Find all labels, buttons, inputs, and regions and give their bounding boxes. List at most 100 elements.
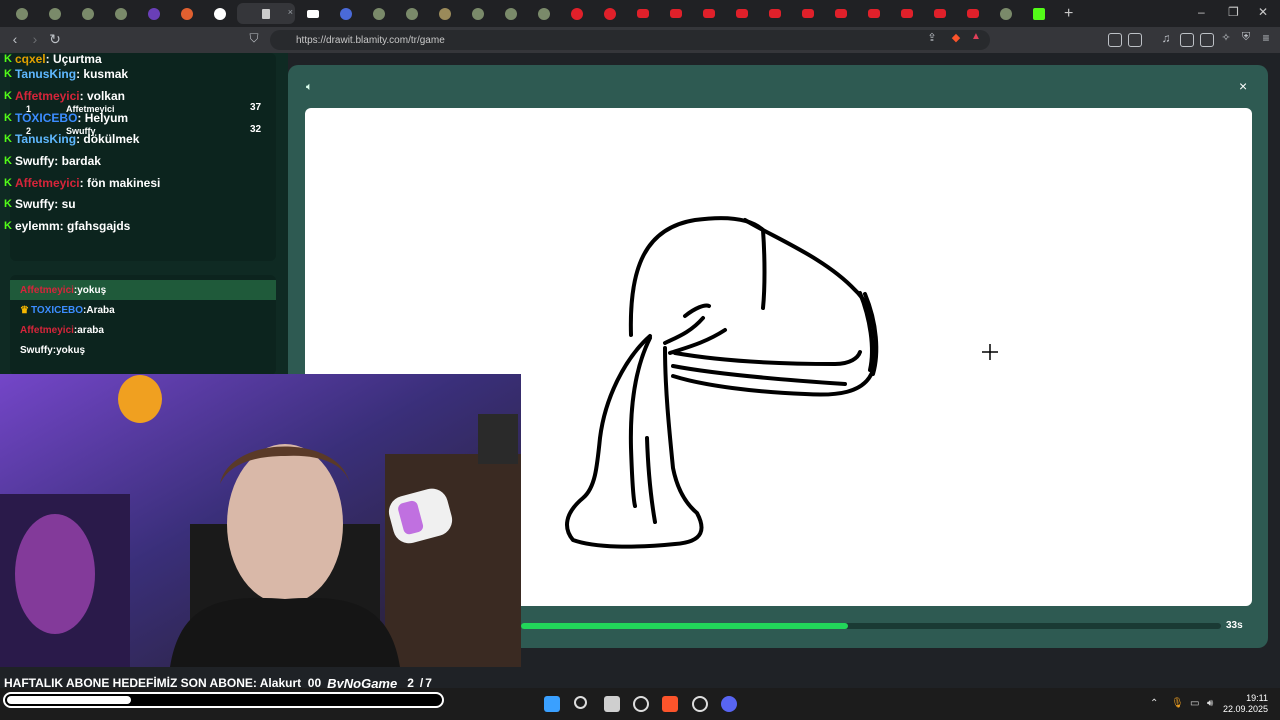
chat-username[interactable]: Affetmeyici <box>15 89 80 103</box>
brave-browser-icon[interactable] <box>662 696 678 712</box>
chat-message: K Swuffy : bardak <box>4 151 101 171</box>
browser-tab[interactable] <box>693 3 724 24</box>
wallet-icon[interactable] <box>1200 33 1214 47</box>
scoreboard-rank: 1 <box>26 104 32 114</box>
tab-close-icon[interactable]: × <box>288 7 293 17</box>
browser-tab-active[interactable]: × <box>237 3 295 24</box>
forward-button[interactable]: › <box>25 31 45 47</box>
bookmark-icon[interactable]: ⛉ <box>244 31 264 46</box>
chat-username[interactable]: eylemm <box>15 219 60 233</box>
browser-tab[interactable] <box>726 3 757 24</box>
youtube-icon <box>867 9 880 18</box>
scoreboard-rank: 2 <box>26 126 32 136</box>
sidebar-icon[interactable] <box>1180 33 1194 47</box>
browser-tab[interactable] <box>363 3 394 24</box>
brave-rewards-icon[interactable]: ▲ <box>966 31 986 42</box>
menu-icon[interactable]: ≡ <box>1256 31 1276 45</box>
browser-tab[interactable] <box>660 3 691 24</box>
new-tab-button[interactable]: + <box>1064 5 1073 23</box>
app-icon[interactable] <box>692 696 708 712</box>
task-view-icon[interactable] <box>604 696 620 712</box>
browser-tab[interactable] <box>957 3 988 24</box>
sub-goal-progress-bar <box>3 692 444 708</box>
tab-favicon-icon <box>147 7 160 20</box>
browser-tab[interactable] <box>429 3 460 24</box>
scoreboard-name: Affetmeyici <box>66 104 115 114</box>
maximize-button[interactable]: ❐ <box>1228 5 1239 19</box>
brave-shield-icon[interactable]: ◆ <box>946 31 966 44</box>
tray-overflow-icon[interactable]: ⌃ <box>1150 698 1158 709</box>
minimize-button[interactable]: – <box>1198 5 1205 19</box>
youtube-icon <box>801 9 814 18</box>
timer-text: 33s <box>1226 620 1243 631</box>
chatgpt-icon[interactable] <box>633 696 649 712</box>
browser-tab[interactable] <box>6 3 37 24</box>
browser-toolbar: ‹ › ↻ ⛉ https://drawit.blamity.com/tr/ga… <box>0 27 1280 53</box>
browser-tab[interactable] <box>528 3 559 24</box>
browser-tab[interactable] <box>39 3 70 24</box>
browser-tab[interactable] <box>330 3 361 24</box>
browser-tab[interactable] <box>561 3 592 24</box>
chat-text: : gfahsgajds <box>59 219 131 233</box>
chat-username[interactable]: TanusKing <box>15 67 76 81</box>
microphone-tray-icon[interactable]: 🎙︎ <box>1171 698 1184 709</box>
browser-tab[interactable] <box>462 3 493 24</box>
tab-favicon-icon <box>180 7 193 20</box>
volume-icon[interactable]: 🔊︎ <box>1207 698 1213 709</box>
chat-message: K Swuffy : su <box>4 194 76 214</box>
share-icon[interactable]: ⇪ <box>922 31 942 44</box>
browser-tab[interactable] <box>138 3 169 24</box>
browser-tab[interactable] <box>495 3 526 24</box>
browser-tab[interactable] <box>72 3 103 24</box>
browser-tab[interactable] <box>396 3 427 24</box>
browser-tab[interactable] <box>171 3 202 24</box>
speaker-icon[interactable]: 🔈︎ <box>306 81 313 94</box>
browser-tab[interactable] <box>105 3 136 24</box>
browser-tab[interactable] <box>990 3 1021 24</box>
guess-user: Affetmeyici <box>20 284 74 296</box>
system-clock[interactable]: 19:11 22.09.2025 <box>1222 693 1268 715</box>
browser-tab[interactable] <box>891 3 922 24</box>
media-icon[interactable]: ♫ <box>1156 31 1176 45</box>
chat-message: K Affetmeyici : volkan <box>4 86 125 106</box>
back-button[interactable]: ‹ <box>5 31 25 47</box>
reload-button[interactable]: ↻ <box>45 31 65 48</box>
screenshot-icon[interactable] <box>1128 33 1142 47</box>
browser-tab[interactable] <box>297 3 328 24</box>
extensions-icon[interactable] <box>1108 33 1122 47</box>
tab-favicon-icon <box>537 7 550 20</box>
address-url[interactable]: https://drawit.blamity.com/tr/game <box>296 35 445 46</box>
address-bar[interactable]: https://drawit.blamity.com/tr/game <box>270 30 990 50</box>
chat-message: K Affetmeyici : fön makinesi <box>4 173 160 193</box>
tab-favicon-icon <box>114 7 127 20</box>
youtube-icon <box>669 9 682 18</box>
chat-username[interactable]: Swuffy <box>15 154 54 168</box>
kick-badge-icon: K <box>4 90 12 102</box>
browser-tab[interactable] <box>204 3 235 24</box>
browser-tab[interactable] <box>759 3 790 24</box>
tab-favicon-icon <box>15 7 28 20</box>
windows-start-icon[interactable] <box>544 696 560 712</box>
guess-item: ♛ TOXICEBO:Araba <box>20 300 115 320</box>
tab-favicon-icon <box>262 8 270 19</box>
close-game-button[interactable]: × <box>1239 78 1247 94</box>
timer-progress-fill <box>521 623 848 629</box>
browser-tab[interactable] <box>858 3 889 24</box>
vpn-icon[interactable]: ⛨ <box>1236 31 1256 44</box>
browser-tab[interactable] <box>594 3 625 24</box>
guess-text: :yokuş <box>52 344 86 356</box>
network-icon[interactable]: ▭ <box>1190 698 1199 709</box>
close-window-button[interactable]: ✕ <box>1258 5 1268 19</box>
tab-favicon-icon <box>405 7 418 20</box>
leo-ai-icon[interactable]: ✧ <box>1216 31 1236 44</box>
browser-tab[interactable] <box>825 3 856 24</box>
search-icon[interactable] <box>574 696 587 709</box>
tab-favicon-icon <box>372 7 385 20</box>
discord-icon[interactable] <box>721 696 737 712</box>
browser-tab[interactable] <box>1023 3 1054 24</box>
browser-tab[interactable] <box>924 3 955 24</box>
browser-tab[interactable] <box>627 3 658 24</box>
chat-username[interactable]: Swuffy <box>15 197 54 211</box>
browser-tab[interactable] <box>792 3 823 24</box>
chat-username[interactable]: Affetmeyici <box>15 176 80 190</box>
